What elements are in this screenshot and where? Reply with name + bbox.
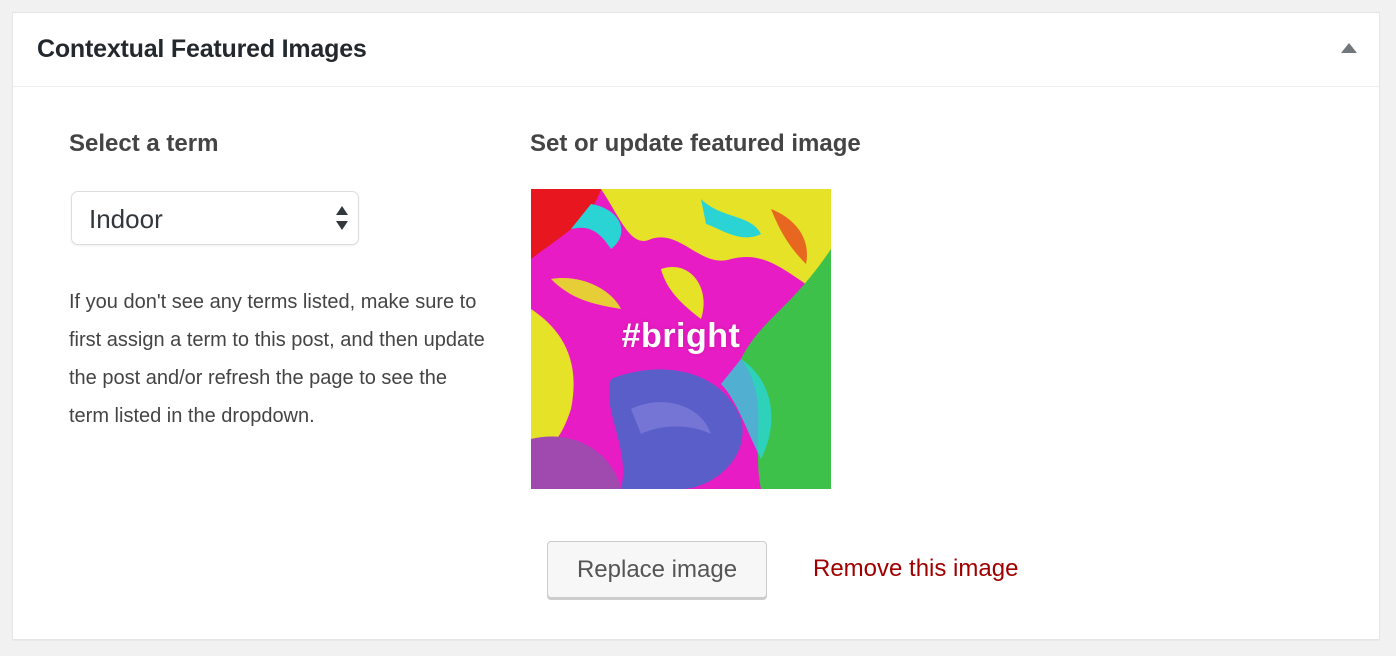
image-column: Set or update featured image #bright Rep [530,129,1130,598]
image-caption: #bright [621,317,741,355]
remove-image-link[interactable]: Remove this image [813,555,1018,583]
select-term-heading: Select a term [69,130,219,157]
term-select-value: Indoor [89,204,163,234]
metabox-title: Contextual Featured Images [37,35,367,63]
metabox-header[interactable]: Contextual Featured Images [13,13,1379,87]
featured-image-thumbnail[interactable]: #bright [531,189,831,489]
term-help-text: If you don't see any terms listed, make … [69,291,485,427]
updown-arrows-icon [336,206,348,232]
term-column: Select a term Indoor If you don't see an… [69,129,489,427]
replace-image-button[interactable]: Replace image [547,541,767,598]
contextual-featured-images-metabox: Contextual Featured Images Select a term… [12,12,1380,640]
featured-image-heading: Set or update featured image [530,130,861,157]
triangle-up-icon[interactable] [1341,43,1357,53]
term-select[interactable]: Indoor [71,191,359,245]
